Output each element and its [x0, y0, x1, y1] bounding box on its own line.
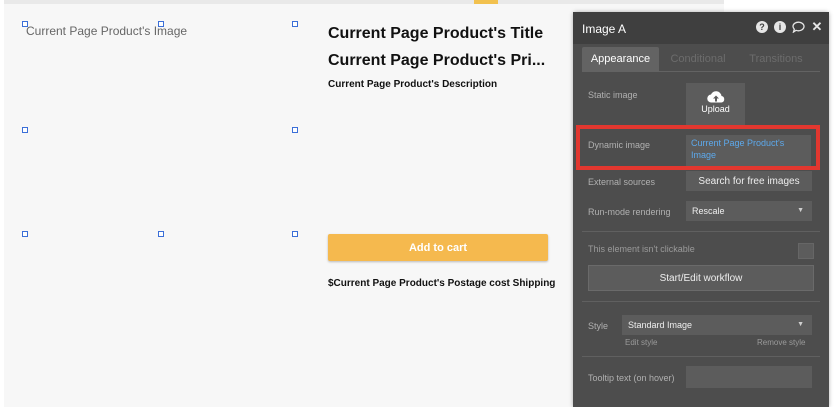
- divider: [582, 231, 820, 232]
- cloud-upload-icon: [706, 91, 724, 103]
- run-mode-label: Run-mode rendering: [588, 207, 671, 217]
- selection-handle[interactable]: [22, 231, 28, 237]
- search-free-images-button[interactable]: Search for free images: [686, 171, 812, 191]
- divider: [582, 356, 820, 357]
- run-mode-dropdown[interactable]: Rescale ▼: [686, 201, 812, 221]
- dynamic-image-label: Dynamic image: [588, 140, 651, 150]
- dynamic-image-field[interactable]: Current Page Product's Image: [686, 135, 811, 166]
- edit-style-link[interactable]: Edit style: [625, 338, 657, 347]
- tab-transitions[interactable]: Transitions: [745, 47, 807, 71]
- not-clickable-label: This element isn't clickable: [588, 244, 695, 254]
- tooltip-input[interactable]: [686, 366, 812, 388]
- start-edit-workflow-button[interactable]: Start/Edit workflow: [588, 265, 814, 291]
- style-value: Standard Image: [628, 320, 693, 330]
- static-image-label: Static image: [588, 90, 638, 100]
- tab-underline: [582, 71, 820, 72]
- panel-header[interactable]: Image A ? i ✕: [573, 12, 829, 44]
- upload-label: Upload: [701, 104, 730, 114]
- tab-conditional[interactable]: Conditional: [667, 47, 729, 71]
- selection-handle[interactable]: [22, 127, 28, 133]
- style-dropdown[interactable]: Standard Image ▼: [622, 315, 812, 335]
- product-description[interactable]: Current Page Product's Description: [328, 79, 497, 90]
- style-label: Style: [588, 321, 609, 331]
- close-icon[interactable]: ✕: [810, 19, 824, 34]
- not-clickable-checkbox[interactable]: [798, 243, 814, 259]
- external-sources-label: External sources: [588, 177, 656, 187]
- chevron-down-icon: ▼: [797, 207, 804, 214]
- product-price[interactable]: Current Page Product's Pri...: [328, 52, 545, 70]
- upload-button[interactable]: Upload: [686, 83, 745, 125]
- chevron-down-icon: ▼: [797, 321, 804, 328]
- selection-handle[interactable]: [158, 231, 164, 237]
- comment-icon[interactable]: [791, 20, 805, 34]
- product-title[interactable]: Current Page Product's Title: [328, 25, 543, 43]
- postage-text[interactable]: $Current Page Product's Postage cost Shi…: [328, 278, 555, 289]
- remove-style-link[interactable]: Remove style: [757, 338, 805, 347]
- property-editor-panel: Image A ? i ✕ Appearance Conditional Tra…: [573, 12, 829, 407]
- selection-handle[interactable]: [292, 231, 298, 237]
- panel-title: Image A: [582, 22, 627, 36]
- selection-handle[interactable]: [292, 21, 298, 27]
- selection-handle[interactable]: [158, 21, 164, 27]
- help-icon[interactable]: ?: [756, 21, 768, 33]
- selection-handle[interactable]: [22, 21, 28, 27]
- tab-appearance[interactable]: Appearance: [582, 47, 659, 71]
- add-to-cart-button[interactable]: Add to cart: [328, 234, 548, 261]
- info-icon[interactable]: i: [774, 21, 786, 33]
- run-mode-value: Rescale: [692, 206, 725, 216]
- divider: [582, 301, 820, 302]
- tooltip-label: Tooltip text (on hover): [588, 373, 675, 383]
- selection-handle[interactable]: [292, 127, 298, 133]
